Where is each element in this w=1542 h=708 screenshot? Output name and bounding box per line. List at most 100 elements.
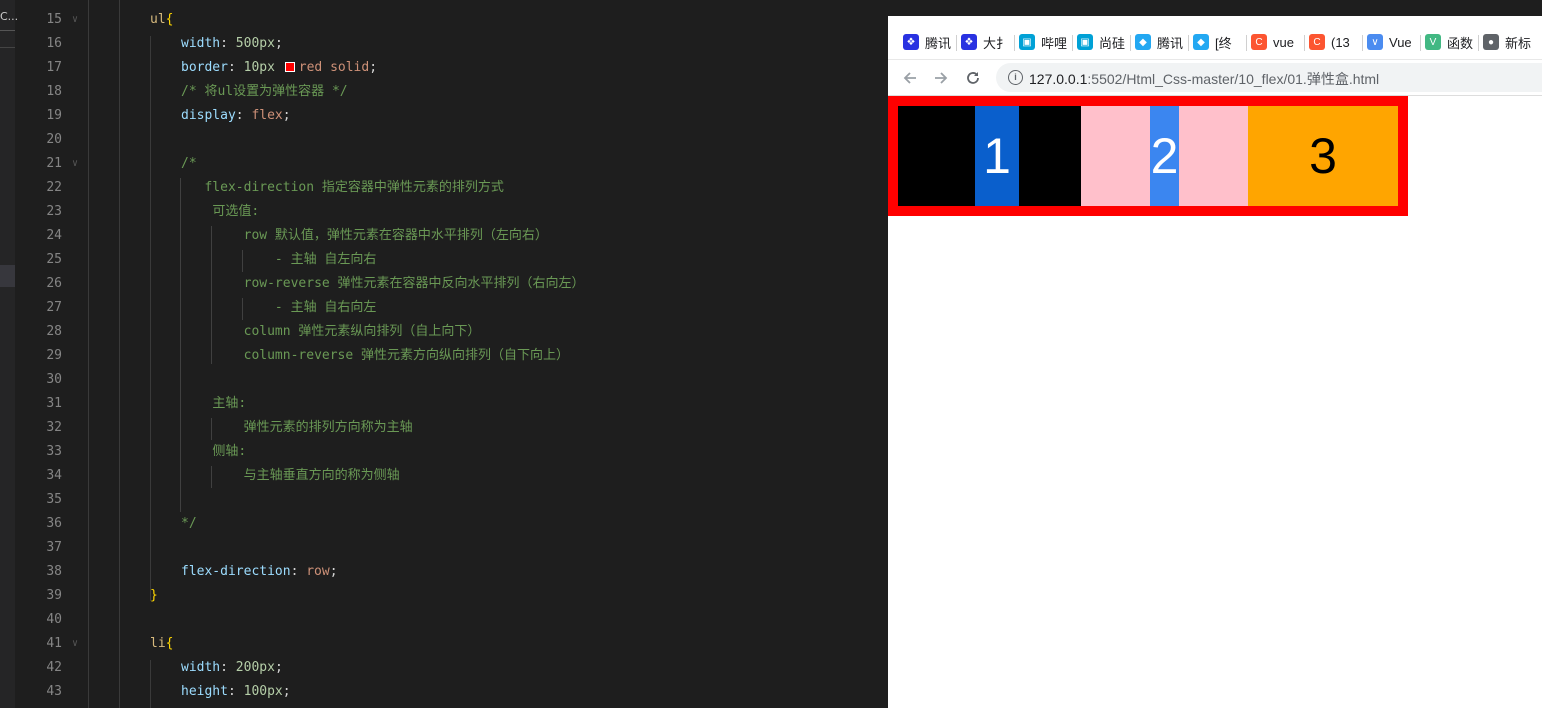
bookmark-item[interactable]: C (13	[1309, 33, 1359, 51]
code-line[interactable]: 31 主轴:	[15, 392, 888, 416]
reload-button[interactable]	[961, 66, 985, 90]
code-text: }	[150, 584, 158, 608]
line-number: 16	[46, 36, 62, 51]
code-line[interactable]: 16 width: 500px;	[15, 32, 888, 56]
divider	[0, 30, 15, 31]
code-line[interactable]: 34 与主轴垂直方向的称为侧轴	[15, 464, 888, 488]
code-text: 侧轴:	[181, 440, 246, 464]
code-line[interactable]: 29 column-reverse 弹性元素方向纵向排列（自下向上）	[15, 344, 888, 368]
code-line[interactable]: 17 border: 10px red solid;	[15, 56, 888, 80]
code-text: display: flex;	[181, 104, 291, 128]
bookmark-separator	[1188, 35, 1189, 51]
code-line[interactable]: 38 flex-direction: row;	[15, 560, 888, 584]
line-number: 15	[46, 12, 62, 27]
bookmark-item[interactable]: ▣ 哔哩	[1019, 33, 1069, 51]
diamond-icon: ◆	[1135, 34, 1151, 50]
code-line[interactable]: 22 flex-direction 指定容器中弹性元素的排列方式	[15, 176, 888, 200]
code-line[interactable]: 43 height: 100px;	[15, 680, 888, 704]
code-line[interactable]: 30	[15, 368, 888, 392]
code-token: ;	[329, 564, 338, 579]
info-icon[interactable]: i	[1008, 70, 1023, 85]
bookmarks-bar: ❖ 腾讯 ❖ 大扌 ▣ 哔哩 ▣ 尚硅 ◆ 腾讯 ◆ [终 Cvue C (13 ∨ Vue V 函数 ● 新标	[888, 16, 1542, 60]
code-line[interactable]: 15 ∨ ul{	[15, 8, 888, 32]
code-line[interactable]: 20	[15, 128, 888, 152]
line-number: 34	[46, 468, 62, 483]
code-text: ul{	[150, 8, 173, 32]
bookmark-item[interactable]: ▣ 尚硅	[1077, 33, 1127, 51]
code-line[interactable]: 36 */	[15, 512, 888, 536]
code-line[interactable]: 21 ∨ /*	[15, 152, 888, 176]
code-token: flex-direction 指定容器中弹性元素的排列方式	[204, 180, 504, 195]
bookmark-separator	[1246, 35, 1247, 51]
line-number: 27	[46, 300, 62, 315]
code-token: column-reverse 弹性元素方向纵向排列（自下向上）	[243, 348, 570, 363]
code-line[interactable]: 26 row-reverse 弹性元素在容器中反向水平排列（右向左）	[15, 272, 888, 296]
code-text: flex-direction 指定容器中弹性元素的排列方式	[181, 176, 504, 200]
code-token: border	[181, 60, 228, 75]
rendered-page: 1 2 3	[888, 96, 1542, 708]
flex-item-2: 2	[1081, 106, 1248, 206]
code-line[interactable]: 40	[15, 608, 888, 632]
code-text: 与主轴垂直方向的称为侧轴	[181, 464, 400, 488]
code-token: /* 将ul设置为弹性容器 */	[181, 84, 348, 99]
code-text: column-reverse 弹性元素方向纵向排列（自下向上）	[181, 344, 569, 368]
bookmark-item[interactable]: ● 新标	[1483, 33, 1533, 51]
flex-item-label: 1	[983, 128, 1011, 184]
bookmark-separator	[1072, 35, 1073, 51]
code-text: border: 10px red solid;	[181, 56, 377, 80]
line-number: 31	[46, 396, 62, 411]
flex-item-1: 1	[898, 106, 1081, 206]
code-line[interactable]: 37	[15, 536, 888, 560]
code-line[interactable]: 41 ∨ li{	[15, 632, 888, 656]
code-line[interactable]: 25 - 主轴 自左向右	[15, 248, 888, 272]
code-token: ;	[274, 660, 283, 675]
bookmark-item[interactable]: ◆ 腾讯	[1135, 33, 1185, 51]
line-number: 20	[46, 132, 62, 147]
bookmark-item[interactable]: V 函数	[1425, 33, 1475, 51]
code-line[interactable]: 33 侧轴:	[15, 440, 888, 464]
bookmark-label: Vue	[1389, 34, 1412, 50]
fold-chevron-icon[interactable]: ∨	[72, 152, 78, 176]
url-host: 127.0.0.1	[1029, 71, 1088, 87]
csdn-icon: C	[1309, 34, 1325, 50]
address-bar[interactable]: i 127.0.0.1:5502/Html_Css-master/10_flex…	[996, 63, 1542, 92]
line-number: 38	[46, 564, 62, 579]
code-line[interactable]: 28 column 弹性元素纵向排列（自上向下）	[15, 320, 888, 344]
fold-chevron-icon[interactable]: ∨	[72, 8, 78, 32]
code-line[interactable]: 18 /* 将ul设置为弹性容器 */	[15, 80, 888, 104]
explorer-strip[interactable]: C...	[0, 0, 18, 708]
code-line[interactable]: 23 可选值:	[15, 200, 888, 224]
fold-chevron-icon[interactable]: ∨	[72, 632, 78, 656]
code-token: li	[150, 636, 166, 651]
color-swatch	[284, 62, 295, 72]
bookmark-item[interactable]: ◆ [终	[1193, 33, 1243, 51]
code-line[interactable]: 19 display: flex;	[15, 104, 888, 128]
code-token: flex-direction	[181, 564, 291, 579]
code-text: 可选值:	[181, 200, 259, 224]
back-button[interactable]	[898, 66, 922, 90]
code-token: height	[181, 684, 228, 699]
code-line[interactable]: 42 width: 200px;	[15, 656, 888, 680]
code-text: height: 100px;	[181, 680, 291, 704]
line-number: 36	[46, 516, 62, 531]
code-line[interactable]: 27 - 主轴 自右向左	[15, 296, 888, 320]
code-token: :	[227, 60, 244, 75]
code-line[interactable]: 24 row 默认值，弹性元素在容器中水平排列（左向右）	[15, 224, 888, 248]
code-token: - 主轴 自右向左	[274, 300, 377, 315]
code-line[interactable]: 39}	[15, 584, 888, 608]
forward-button[interactable]	[929, 66, 953, 90]
url-text[interactable]: 127.0.0.1:5502/Html_Css-master/10_flex/0…	[1029, 69, 1379, 89]
code-token: 200px	[235, 660, 275, 675]
bookmark-item[interactable]: ❖ 大扌	[961, 33, 1011, 51]
bookmark-item[interactable]: ❖ 腾讯	[903, 33, 953, 51]
code-line[interactable]: 35	[15, 488, 888, 512]
bookmark-item[interactable]: ∨ Vue	[1367, 33, 1417, 51]
code-editor[interactable]: C... 15 ∨ ul{16 width: 500px; 17 border: 10px…	[0, 0, 888, 708]
code-text: */	[181, 512, 197, 536]
bookmark-label: 腾讯	[1157, 35, 1184, 51]
line-number: 32	[46, 420, 62, 435]
bookmark-separator	[1362, 35, 1363, 51]
bookmark-item[interactable]: Cvue	[1251, 33, 1301, 51]
code-line[interactable]: 32 弹性元素的排列方向称为主轴	[15, 416, 888, 440]
code-text: /*	[181, 152, 197, 176]
